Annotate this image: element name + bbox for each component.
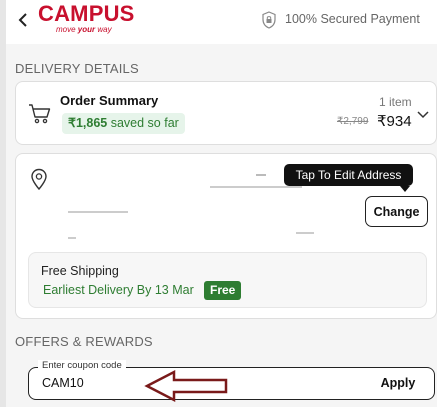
cart-icon [28,103,52,125]
delivery-estimate: Earliest Delivery By 13 Mar [43,283,194,297]
tooltip-arrow [400,186,410,192]
final-price: ₹934 [377,113,412,130]
location-pin-icon [30,168,48,191]
free-shipping-badge: Free [204,281,242,300]
edit-address-tooltip: Tap To Edit Address [284,164,413,186]
shield-lock-icon [260,11,278,29]
campus-logo: CAMPUS move your way [38,1,135,34]
redacted-address-line [68,237,76,239]
checkout-header: CAMPUS move your way 100% Secured Paymen… [6,0,437,44]
offers-rewards-heading: OFFERS & REWARDS [15,334,153,349]
order-summary-title: Order Summary [60,93,159,108]
item-count: 1 item [379,95,412,109]
secure-payment-text: 100% Secured Payment [285,12,420,26]
change-address-button[interactable]: Change [365,196,428,227]
redacted-address-line [210,186,302,188]
back-arrow-icon[interactable] [16,10,32,30]
checkout-panel: CAMPUS move your way 100% Secured Paymen… [6,0,437,407]
original-price: ₹2,799 [337,116,369,127]
savings-pill: ₹1,865 saved so far [62,113,185,134]
redacted-address-line [256,174,266,176]
chevron-down-icon[interactable] [417,106,429,119]
redacted-address-line [68,211,128,213]
redacted-address-line [296,232,314,234]
apply-coupon-button[interactable]: Apply [376,373,420,393]
shipping-title: Free Shipping [41,264,119,278]
coupon-field-label: Enter coupon code [38,360,126,371]
delivery-details-heading: DELIVERY DETAILS [15,61,139,76]
logo-tagline: move your way [56,25,112,34]
annotation-arrow-icon [144,369,228,403]
